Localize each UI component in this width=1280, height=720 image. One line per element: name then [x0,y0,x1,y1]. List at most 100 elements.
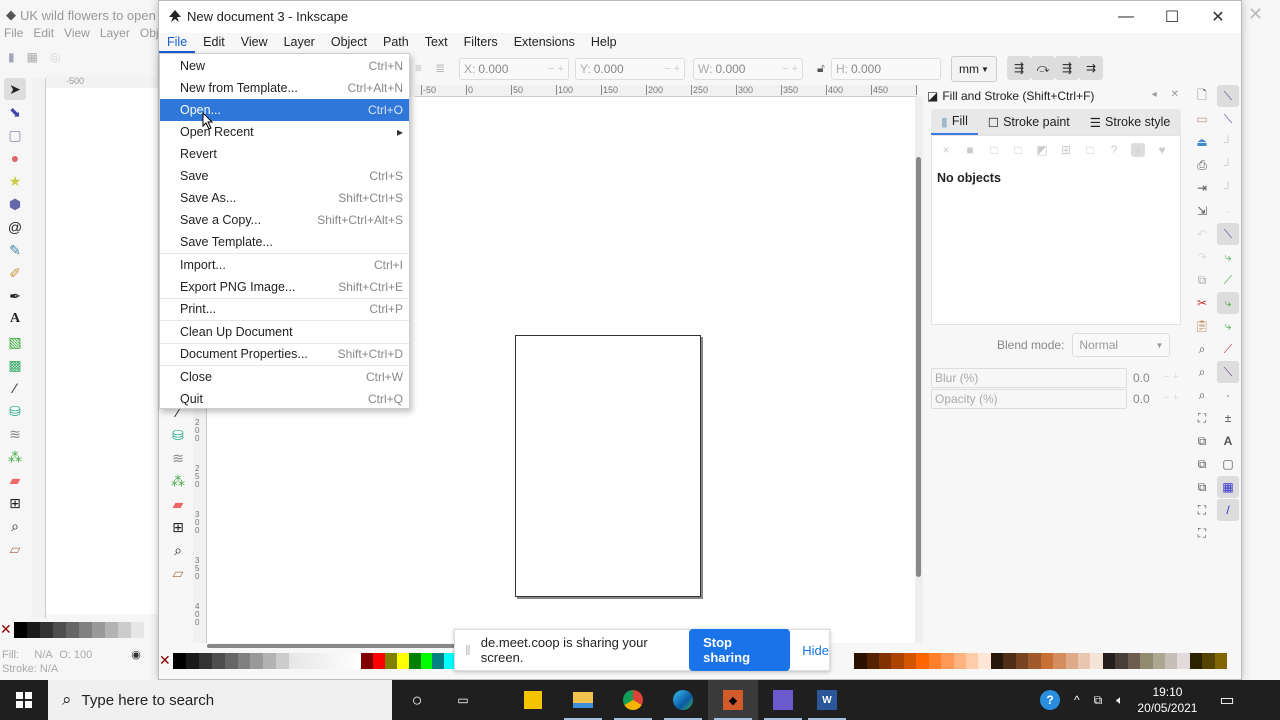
file-menu-item[interactable]: New from Template... Ctrl+Alt+N [160,77,409,99]
color-swatch[interactable] [14,622,27,638]
bg-menu-view[interactable]: View [64,26,90,44]
connector-tool-icon[interactable]: ⊞ [4,492,26,514]
file-menu-item[interactable]: Open Recent ▸ [160,121,409,143]
notifications-icon[interactable]: ▭ [1219,690,1234,710]
drawing-icon[interactable]: ▦ [27,50,38,64]
page-icon[interactable]: ▮ [8,50,15,64]
snap-smooth-icon[interactable]: ⤷ [1217,315,1239,337]
file-menu-item[interactable]: Save a Copy... Shift+Ctrl+Alt+S [160,209,409,231]
color-swatch[interactable] [172,653,186,669]
vertical-scroll-thumb[interactable] [916,157,921,577]
w-field[interactable]: W: 0.000 − + [693,58,803,80]
unset-paint-icon[interactable]: ? [1107,143,1121,157]
drag-handle-icon[interactable]: ‖ [465,642,471,658]
document-page[interactable] [515,335,701,597]
stop-sharing-button[interactable]: Stop sharing [689,629,791,671]
tweak-tool-icon[interactable]: ≋ [4,423,26,445]
zoom-tool-icon[interactable]: ⌕ [167,539,189,561]
meet-now-icon[interactable]: ⧉ [1094,693,1103,708]
paste-icon[interactable]: 📋︎ [1191,315,1213,337]
opacity-slider[interactable]: Opacity (%) [931,389,1127,409]
print-icon[interactable]: ⎙ [1191,154,1213,176]
color-swatch[interactable] [250,653,264,669]
color-swatch[interactable] [990,653,1004,669]
color-swatch[interactable] [953,653,967,669]
task-view-button[interactable]: ▭ [438,680,488,720]
scale-corners-button[interactable]: ⤼ [1031,56,1055,80]
open-file-icon[interactable]: ▭ [1191,108,1213,130]
color-swatch[interactable] [432,653,445,669]
export-icon[interactable]: ⇲ [1191,200,1213,222]
bg-menu-file[interactable]: File [4,26,23,44]
w-stepper[interactable]: − + [782,63,798,75]
tweak-tool-icon[interactable]: ≋ [167,447,189,469]
align-top-icon[interactable]: ≡ [415,61,422,75]
menu-help[interactable]: Help [583,33,625,53]
snap-nodes-icon[interactable]: ⟍ [1217,223,1239,245]
snap-paths-icon[interactable]: ⤷ [1217,246,1239,268]
text-tool-icon[interactable]: A [4,308,26,330]
color-swatch[interactable] [1189,653,1203,669]
snap-toggle-icon[interactable]: ⟍ [1217,85,1239,107]
gimp-app[interactable] [758,680,808,720]
color-swatch[interactable] [92,622,105,638]
file-menu-item[interactable]: Document Properties... Shift+Ctrl+D [160,343,409,365]
snap-grid-icon[interactable]: ▦ [1217,476,1239,498]
color-swatch[interactable] [866,653,879,669]
x-stepper[interactable]: − + [548,63,564,75]
lock-ratio-icon[interactable]: 🔓︎ [817,61,825,76]
move-patterns-button[interactable]: ⇉ [1079,56,1103,80]
node-tool-icon[interactable]: ⬊ [4,101,26,123]
cortana-button[interactable]: ○ [392,680,442,720]
file-menu-item[interactable]: Save As... Shift+Ctrl+S [160,187,409,209]
menu-file[interactable]: File [159,33,196,53]
eraser-tool-icon[interactable]: ▰ [4,469,26,491]
selector-tool-icon[interactable]: ➤ [4,78,26,100]
color-swatch[interactable] [118,622,131,638]
maximize-button[interactable]: ☐ [1149,1,1195,33]
color-swatch[interactable] [185,653,199,669]
new-document-icon[interactable]: 🗋︎ [1191,85,1213,107]
bg-menu-object[interactable]: Obj [140,26,159,44]
snap-rotation-center-icon[interactable]: ± [1217,407,1239,429]
file-menu-item[interactable]: Close Ctrl+W [160,366,409,388]
background-palette[interactable]: ✕ [0,622,160,638]
tab-fill[interactable]: ▮ Fill [931,109,978,135]
snap-bbox-edge-icon[interactable]: ┘ [1217,131,1239,153]
zoom-drawing-icon[interactable]: ⌕ [1191,361,1213,383]
swatch-icon[interactable]: □ [1083,143,1097,157]
snap-bbox-icon[interactable]: ⟍ [1217,108,1239,130]
menu-filters[interactable]: Filters [456,33,506,53]
color-swatch[interactable] [1127,653,1141,669]
color-swatch[interactable] [1077,653,1091,669]
file-explorer-app[interactable] [558,680,608,720]
color-swatch[interactable] [384,653,397,669]
blur-slider[interactable]: Blur (%) [931,368,1127,388]
mesh-gradient-icon[interactable]: ◩ [1035,143,1049,157]
snap-text-baseline-icon[interactable]: A [1217,430,1239,452]
close-button[interactable]: ✕ [1195,1,1241,33]
zoom-tool-icon[interactable]: ⌕ [4,515,26,537]
move-gradients-button[interactable]: ⇶ [1055,56,1079,80]
taskbar-search[interactable]: ⌕ Type here to search [48,680,392,720]
no-paint-swatch-icon[interactable]: ✕ [159,653,173,669]
hide-button[interactable]: Hide [802,643,829,658]
sticky-notes-app[interactable] [508,680,558,720]
show-hidden-icons-chevron-icon[interactable]: ^ [1074,693,1080,707]
menu-layer[interactable]: Layer [276,33,323,53]
redo-icon[interactable]: ↷ [1191,246,1213,268]
opacity-value[interactable]: 0.0 [1133,392,1150,406]
file-menu-item[interactable]: Export PNG Image... Shift+Ctrl+E [160,276,409,298]
color-swatch[interactable] [79,622,92,638]
edge-app[interactable] [658,680,708,720]
color-swatch[interactable] [1065,653,1078,669]
tab-stroke-paint[interactable]: ☐ Stroke paint [978,109,1080,135]
radial-gradient-icon[interactable]: □ [1011,143,1025,157]
flat-color-icon[interactable]: ■ [963,143,977,157]
y-field[interactable]: Y: 0.000 − + [575,58,685,80]
unlink-clone-icon[interactable]: ⧉ [1191,476,1213,498]
snap-midpoints-icon[interactable]: ⟋ [1217,338,1239,360]
color-swatch[interactable] [360,653,373,669]
cut-icon[interactable]: ✂ [1191,292,1213,314]
measure-tool-icon[interactable]: ▱ [4,538,26,560]
